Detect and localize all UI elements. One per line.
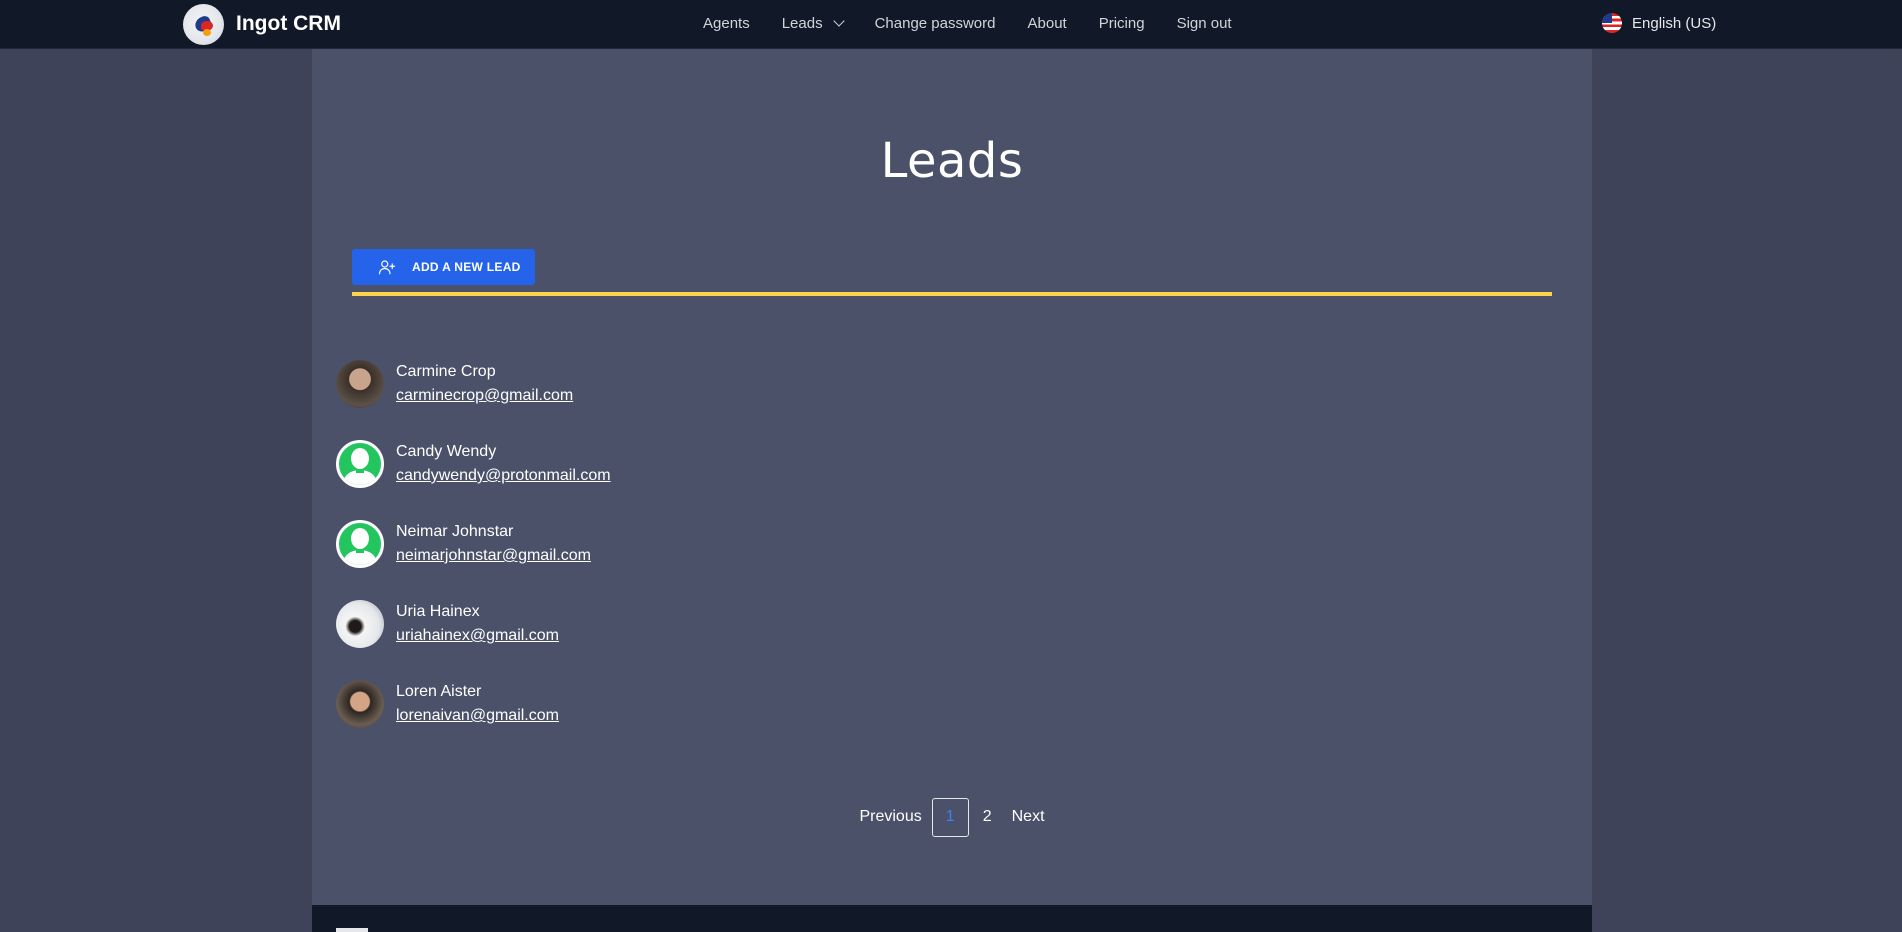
pagination: Previous 1 2 Next <box>312 797 1592 837</box>
lead-item[interactable]: Uria Hainex uriahainex@gmail.com <box>336 599 836 649</box>
pagination-page-1[interactable]: 1 <box>931 797 969 837</box>
nav-leads-dropdown[interactable]: Leads <box>781 14 845 32</box>
lead-name: Neimar Johnstar <box>396 523 514 540</box>
nav-about[interactable]: About <box>1028 15 1067 32</box>
lead-avatar <box>336 360 384 408</box>
lead-email-link[interactable]: lorenaivan@gmail.com <box>396 704 559 728</box>
lead-name: Loren Aister <box>396 683 482 700</box>
language-label: English (US) <box>1632 14 1717 32</box>
lead-item[interactable]: Neimar Johnstar neimarjohnstar@gmail.com <box>336 519 836 569</box>
nav-change-password[interactable]: Change password <box>875 15 996 32</box>
section-divider <box>352 292 1552 296</box>
lead-name: Carmine Crop <box>396 363 496 380</box>
nav-leads-label: Leads <box>781 14 823 32</box>
add-new-lead-button[interactable]: ADD A NEW LEAD <box>352 249 535 285</box>
lead-item[interactable]: Carmine Crop carminecrop@gmail.com <box>336 359 836 409</box>
main-content: Leads ADD A NEW LEAD Carmine Crop carmin… <box>312 49 1592 905</box>
page-title: Leads <box>880 133 1024 189</box>
language-selector[interactable]: English (US) <box>1602 13 1716 33</box>
app-logo-icon <box>183 3 224 45</box>
generic-user-icon <box>336 520 384 568</box>
lead-avatar <box>336 680 384 728</box>
footer-logo-icon <box>336 928 368 932</box>
pagination-previous[interactable]: Previous <box>849 808 931 826</box>
pagination-next[interactable]: Next <box>1002 808 1055 826</box>
lead-item[interactable]: Candy Wendy candywendy@protonmail.com <box>336 439 836 489</box>
nav-agents[interactable]: Agents <box>703 15 750 32</box>
lead-name: Candy Wendy <box>396 443 497 460</box>
chevron-down-icon <box>832 14 845 27</box>
lead-avatar <box>336 600 384 648</box>
us-flag-icon <box>1602 13 1622 33</box>
app-name: Ingot CRM <box>236 12 341 35</box>
footer <box>312 905 1592 932</box>
generic-user-icon <box>336 440 384 488</box>
main-nav: Agents Leads Change password About Prici… <box>703 0 1264 46</box>
pagination-page-2[interactable]: 2 <box>973 808 1002 826</box>
brand-link[interactable]: Ingot CRM <box>183 3 341 45</box>
add-new-lead-label: ADD A NEW LEAD <box>412 260 521 274</box>
nav-sign-out[interactable]: Sign out <box>1177 15 1232 32</box>
lead-email-link[interactable]: candywendy@protonmail.com <box>396 464 611 488</box>
nav-pricing[interactable]: Pricing <box>1099 15 1145 32</box>
lead-email-link[interactable]: uriahainex@gmail.com <box>396 624 559 648</box>
top-navbar: Ingot CRM Agents Leads Change password A… <box>0 0 1902 49</box>
lead-email-link[interactable]: carminecrop@gmail.com <box>396 384 573 408</box>
lead-email-link[interactable]: neimarjohnstar@gmail.com <box>396 544 591 568</box>
add-user-icon <box>378 260 396 275</box>
lead-name: Uria Hainex <box>396 603 480 620</box>
lead-item[interactable]: Loren Aister lorenaivan@gmail.com <box>336 679 836 729</box>
